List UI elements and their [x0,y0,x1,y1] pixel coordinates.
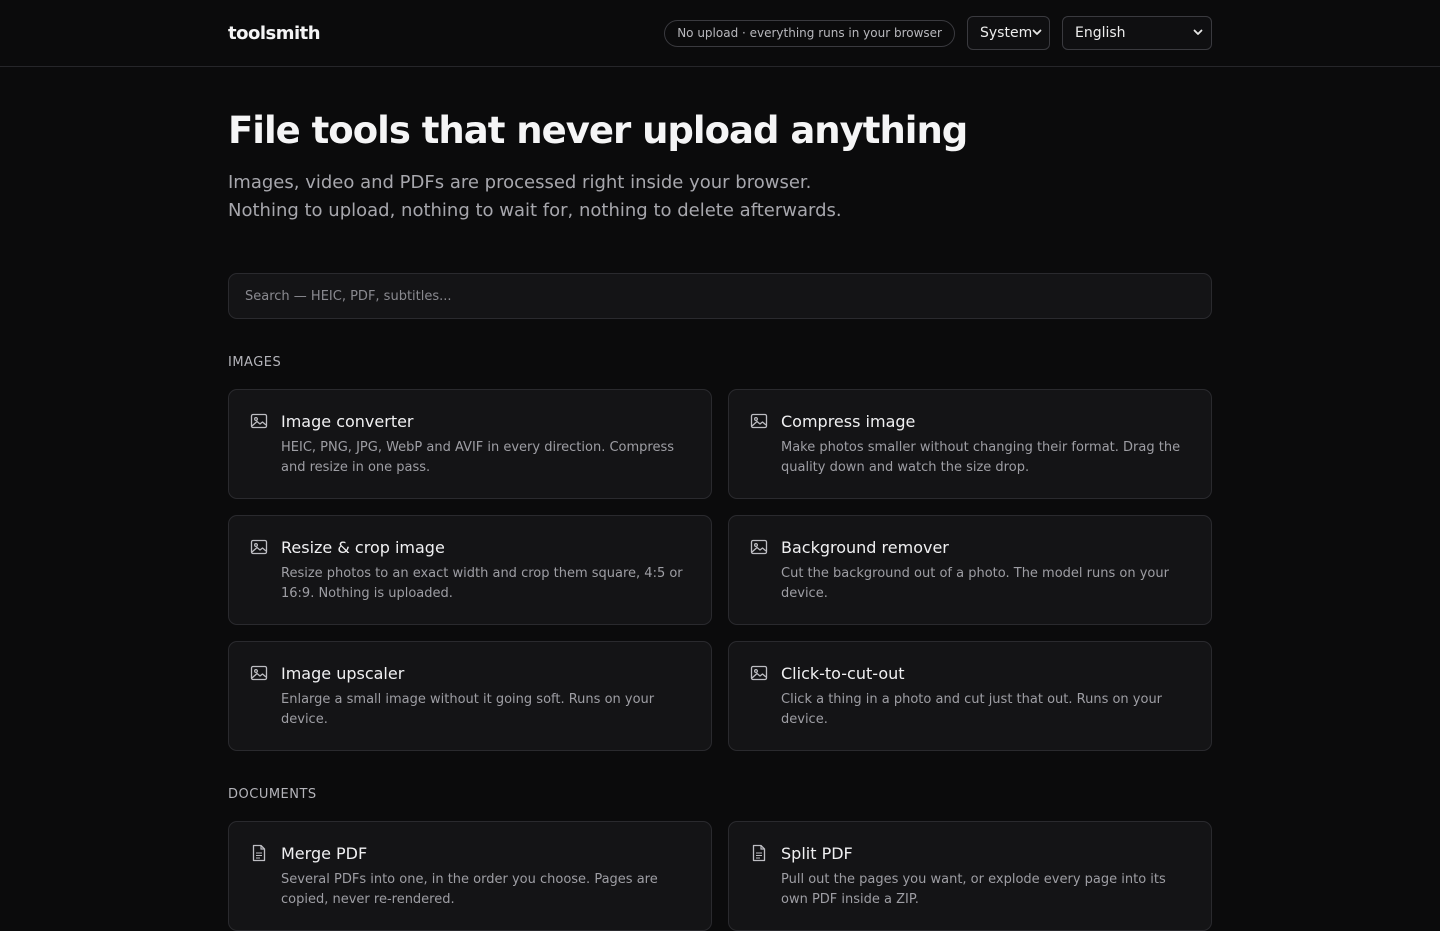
tool-card-title: Image converter [281,412,414,431]
tool-card-description: Several PDFs into one, in the order you … [281,872,658,907]
image-icon [750,412,768,430]
tool-card-description: Enlarge a small image without it going s… [281,692,655,727]
document-icon [250,844,268,862]
tool-card-title: Compress image [781,412,916,431]
tool-card-title: Background remover [781,538,949,557]
tool-card-title: Image upscaler [281,664,405,683]
image-icon [250,538,268,556]
documents-grid: Merge PDF Several PDFs into one, in the … [228,821,1212,931]
tool-card-description: Click a thing in a photo and cut just th… [781,692,1163,727]
main-content: File tools that never upload anything Im… [228,67,1212,931]
top-bar-controls: No upload · everything runs in your brow… [664,16,1212,50]
tool-card-click-to-cut-out[interactable]: Click-to-cut-out Click a thing in a phot… [728,641,1212,751]
chevron-down-icon [1032,27,1042,40]
brand-logo[interactable]: toolsmith [228,23,321,44]
search-box [228,273,1212,319]
tool-card-resize-crop-image[interactable]: Resize & crop image Resize photos to an … [228,515,712,625]
theme-select[interactable]: System [967,16,1050,50]
image-icon [750,664,768,682]
tool-card-split-pdf[interactable]: Split PDF Pull out the pages you want, o… [728,821,1212,931]
tool-card-description: Resize photos to an exact width and crop… [281,566,683,601]
images-grid: Image converter HEIC, PNG, JPG, WebP and… [228,389,1212,751]
top-bar-inner: toolsmith No upload · everything runs in… [228,0,1212,66]
section-label-images: IMAGES [228,355,282,370]
image-icon [250,664,268,682]
tool-card-background-remover[interactable]: Background remover Cut the background ou… [728,515,1212,625]
tool-card-title: Split PDF [781,844,853,863]
tool-card-description: HEIC, PNG, JPG, WebP and AVIF in every d… [281,440,675,475]
chevron-down-icon [1193,27,1203,40]
top-bar: toolsmith No upload · everything runs in… [0,0,1440,67]
tool-card-title: Click-to-cut-out [781,664,905,683]
section-label-documents: DOCUMENTS [228,787,317,802]
image-icon [750,538,768,556]
tool-card-description: Pull out the pages you want, or explode … [781,872,1166,907]
theme-select-value: System [980,25,1033,41]
language-select[interactable]: English [1062,16,1212,50]
page-title: File tools that never upload anything [228,109,968,152]
tool-card-title: Resize & crop image [281,538,445,557]
tool-card-merge-pdf[interactable]: Merge PDF Several PDFs into one, in the … [228,821,712,931]
tool-card-description: Make photos smaller without changing the… [781,440,1181,475]
privacy-badge: No upload · everything runs in your brow… [664,19,955,47]
tool-card-image-upscaler[interactable]: Image upscaler Enlarge a small image wit… [228,641,712,751]
image-icon [250,412,268,430]
tool-card-compress-image[interactable]: Compress image Make photos smaller witho… [728,389,1212,499]
tool-card-description: Cut the background out of a photo. The m… [781,566,1169,601]
tool-card-image-converter[interactable]: Image converter HEIC, PNG, JPG, WebP and… [228,389,712,499]
language-select-value: English [1075,25,1126,41]
page-lead: Images, video and PDFs are processed rig… [228,172,842,221]
search-input[interactable] [245,288,1195,304]
document-icon [750,844,768,862]
tool-card-title: Merge PDF [281,844,368,863]
